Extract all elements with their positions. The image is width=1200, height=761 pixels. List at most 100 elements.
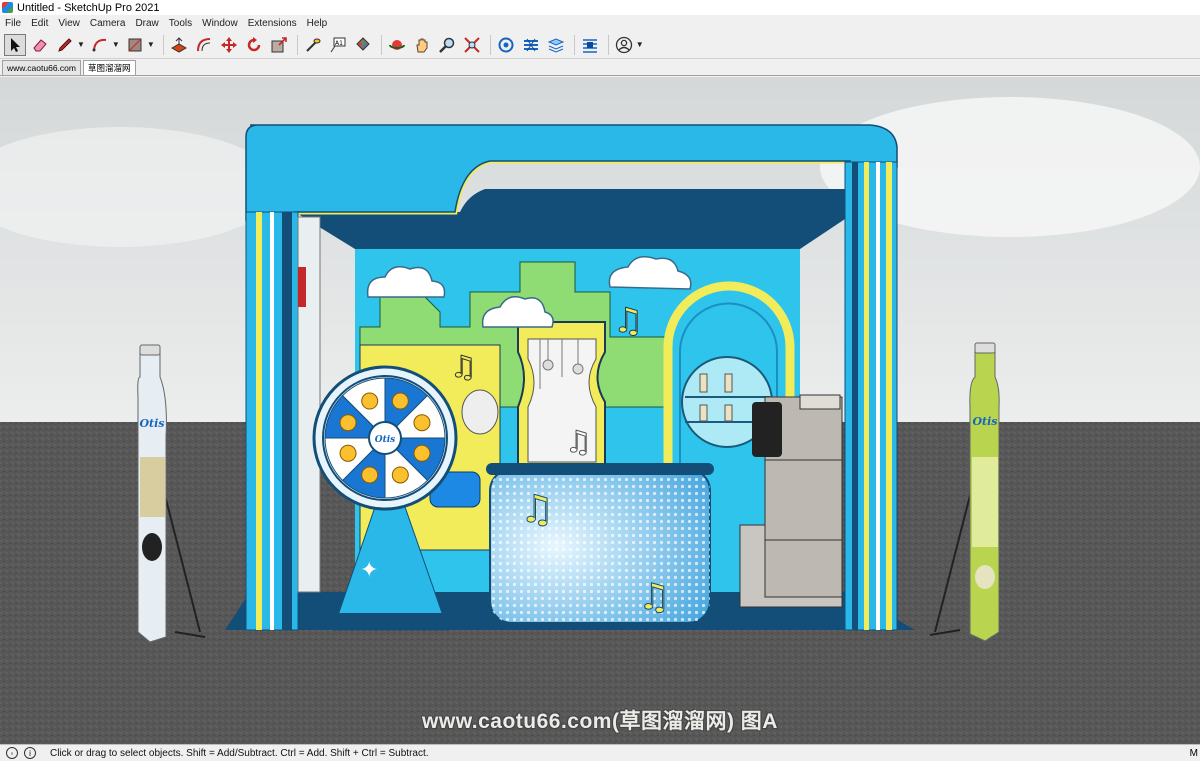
paint-bucket-icon xyxy=(356,36,370,51)
account-button[interactable] xyxy=(613,34,635,56)
music-note: ♫ xyxy=(520,487,554,531)
rotate-icon xyxy=(247,36,261,51)
geo-location-icon[interactable]: ◦ xyxy=(6,747,18,759)
scene-tab-website[interactable]: www.caotu66.com xyxy=(2,60,81,75)
toolbar-separator xyxy=(489,34,491,55)
arc-tool-dropdown-icon[interactable]: ▼ xyxy=(112,40,120,49)
orbit-tool-button[interactable] xyxy=(386,34,408,56)
shape-tool-dropdown-icon[interactable]: ▼ xyxy=(147,40,155,49)
music-note: ♫ xyxy=(450,350,477,385)
emoji-face-icon xyxy=(391,466,409,484)
emoji-face-icon xyxy=(413,414,431,432)
left-banner-brand-logo: Otis xyxy=(139,417,164,430)
account-icon xyxy=(615,36,632,53)
model-viewport[interactable]: ♫ ♫ ♫ ✦ Otis ♫ ♫ Otis Otis www.caotu66.c… xyxy=(0,77,1200,744)
3d-warehouse-button[interactable] xyxy=(495,34,517,56)
zoom-tool-button[interactable] xyxy=(436,34,458,56)
eraser-icon xyxy=(33,38,47,51)
measurements-box-label[interactable]: M xyxy=(1190,748,1198,759)
pillar-stripe xyxy=(886,162,892,630)
menu-tools[interactable]: Tools xyxy=(164,18,197,29)
move-icon xyxy=(220,36,237,53)
layout-icon xyxy=(547,37,565,53)
arc-icon xyxy=(92,38,107,51)
menu-extensions[interactable]: Extensions xyxy=(243,18,302,29)
toolbar-separator xyxy=(380,34,382,55)
extension-warehouse-icon xyxy=(523,38,538,51)
pillar-stripe xyxy=(282,212,292,630)
account-dropdown-icon[interactable]: ▼ xyxy=(636,40,644,49)
pencil-line-icon xyxy=(58,37,72,52)
music-note: ♫ xyxy=(565,425,592,460)
right-banner-brand-logo: Otis xyxy=(972,415,997,428)
scene-tabs: www.caotu66.com 草图溜溜网 xyxy=(0,59,1200,76)
text-icon: A1 xyxy=(330,37,346,52)
shelf-bottle xyxy=(699,404,708,422)
emoji-face-icon xyxy=(413,444,431,462)
shelf-bottle xyxy=(724,404,733,422)
zoom-extents-tool-button[interactable] xyxy=(461,34,483,56)
extension-warehouse-button[interactable] xyxy=(520,34,542,56)
pillar-stripe xyxy=(852,162,858,630)
menu-camera[interactable]: Camera xyxy=(85,18,131,29)
paint-bucket-tool-button[interactable] xyxy=(352,34,374,56)
pillar-stripe xyxy=(876,162,880,630)
arc-tool-button[interactable] xyxy=(89,34,111,56)
push-pull-icon xyxy=(170,36,187,53)
music-note: ♫ xyxy=(613,301,643,341)
offset-icon xyxy=(196,37,210,51)
pillar-stripe xyxy=(256,212,262,630)
title-bar: Untitled - SketchUp Pro 2021 xyxy=(0,0,1200,16)
toolbar-separator xyxy=(573,34,575,55)
wheel-brand-logo: Otis xyxy=(375,435,395,445)
svg-text:A1: A1 xyxy=(335,40,343,47)
warehouse-icon xyxy=(498,37,514,52)
toolbar-separator xyxy=(162,34,164,55)
window-title: Untitled - SketchUp Pro 2021 xyxy=(17,1,160,14)
shelf-bottle xyxy=(699,373,708,393)
wheel-base xyxy=(333,613,448,630)
pan-icon xyxy=(416,38,428,52)
select-tool-button[interactable] xyxy=(4,33,26,56)
watermark-caption: www.caotu66.com(草图溜溜网) 图A xyxy=(422,710,778,733)
select-arrow-icon xyxy=(11,37,20,52)
orbit-icon xyxy=(388,39,405,50)
menu-help[interactable]: Help xyxy=(302,18,333,29)
toolbar-separator xyxy=(607,34,609,55)
pillar-stripe xyxy=(864,162,869,630)
menu-file[interactable]: File xyxy=(0,18,26,29)
scene-render: ♫ ♫ ♫ ✦ Otis ♫ ♫ Otis Otis xyxy=(0,77,1200,744)
status-bar: ◦ i Click or drag to select objects. Shi… xyxy=(0,744,1200,761)
scale-tool-button[interactable] xyxy=(268,34,290,56)
scene-tab-caotu[interactable]: 草图溜溜网 xyxy=(82,60,136,75)
rotate-tool-button[interactable] xyxy=(243,34,265,56)
emoji-face-icon xyxy=(361,392,379,410)
menu-view[interactable]: View xyxy=(53,18,85,29)
music-note: ♫ xyxy=(638,577,670,618)
send-to-layout-button[interactable] xyxy=(545,34,567,56)
line-tool-dropdown-icon[interactable]: ▼ xyxy=(77,40,85,49)
menu-bar: File Edit View Camera Draw Tools Window … xyxy=(0,15,1200,31)
main-toolbar: ▼ ▼ ▼ A1 ▼ xyxy=(0,31,1200,59)
eraser-tool-button[interactable] xyxy=(29,34,51,56)
info-icon[interactable]: i xyxy=(24,747,36,759)
text-tool-button[interactable]: A1 xyxy=(327,34,349,56)
menu-edit[interactable]: Edit xyxy=(26,18,53,29)
emoji-face-icon xyxy=(339,444,357,462)
offset-tool-button[interactable] xyxy=(193,34,215,56)
pan-tool-button[interactable] xyxy=(411,34,433,56)
push-pull-tool-button[interactable] xyxy=(168,34,190,56)
line-tool-button[interactable] xyxy=(54,34,76,56)
shape-tool-button[interactable] xyxy=(124,34,146,56)
move-tool-button[interactable] xyxy=(218,34,240,56)
zoom-icon xyxy=(438,37,455,53)
menu-draw[interactable]: Draw xyxy=(130,18,163,29)
toolbar-separator xyxy=(296,34,298,55)
sparkle-icon: ✦ xyxy=(360,558,378,583)
shelf-bottle xyxy=(724,373,733,393)
extension-manager-button[interactable] xyxy=(579,34,601,56)
emoji-face-icon xyxy=(391,392,409,410)
menu-window[interactable]: Window xyxy=(197,18,243,29)
drum xyxy=(461,389,499,435)
tape-measure-tool-button[interactable] xyxy=(302,34,324,56)
